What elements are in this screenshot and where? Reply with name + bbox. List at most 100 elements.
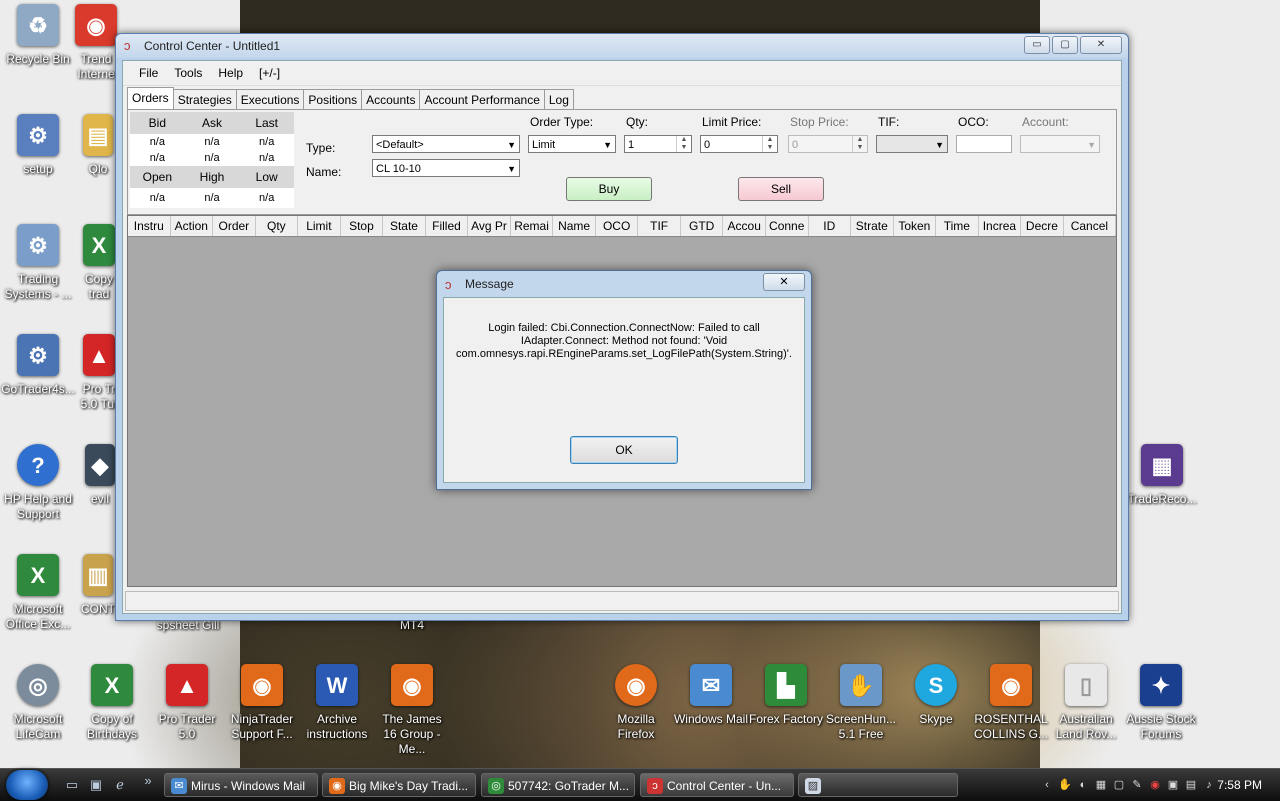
desktop-icon-archive-instructions[interactable]: W Archive instructions xyxy=(299,660,375,742)
column-header[interactable]: Order xyxy=(213,216,256,236)
qty-input[interactable]: 1 ▲ ▼ xyxy=(624,135,692,153)
stop-price-input[interactable]: 0 ▲ ▼ xyxy=(788,135,868,153)
desktop-icon-windows-mail[interactable]: ✉ Windows Mail xyxy=(673,660,749,727)
column-header[interactable]: Conne xyxy=(766,216,809,236)
desktop-icon-trend[interactable]: ◉ Trend Interne xyxy=(72,0,120,82)
internet-explorer-icon[interactable]: ℯ xyxy=(112,777,128,793)
column-header[interactable]: Avg Pr xyxy=(468,216,511,236)
ok-button[interactable]: OK xyxy=(570,436,678,464)
desktop-icon-pro-trader-tut[interactable]: ▲ Pro Tr 5.0 Tut xyxy=(78,330,120,412)
column-header[interactable]: Stop xyxy=(341,216,384,236)
tray-pen-icon[interactable]: ✎ xyxy=(1130,778,1144,792)
column-header[interactable]: Cancel xyxy=(1064,216,1117,236)
sell-button[interactable]: Sell xyxy=(738,177,824,201)
desktop-icon-aussie-stock[interactable]: ✦ Aussie Stock Forums xyxy=(1123,660,1199,742)
desktop-icon-screenhunter[interactable]: ✋ ScreenHun... 5.1 Free xyxy=(823,660,899,742)
tray-network-icon[interactable]: ▦ xyxy=(1094,778,1108,792)
desktop-icon-tradereco[interactable]: ▦ TradeReco... xyxy=(1124,440,1200,507)
account-select[interactable]: ▼ xyxy=(1020,135,1100,153)
tray-monitor-icon[interactable]: ▣ xyxy=(1166,778,1180,792)
limit-price-input[interactable]: 0 ▲ ▼ xyxy=(700,135,778,153)
desktop-icon-lifecam[interactable]: ◎ Microsoft LifeCam xyxy=(0,660,76,742)
close-button[interactable]: ✕ xyxy=(1080,36,1122,54)
tray-volume-icon[interactable]: ♪ xyxy=(1202,778,1216,792)
desktop-icon-birthdays[interactable]: X Copy of Birthdays xyxy=(74,660,150,742)
tray-window-icon[interactable]: ▢ xyxy=(1112,778,1126,792)
maximize-button[interactable]: ▢ xyxy=(1052,36,1078,54)
taskbar-item-windows-mail[interactable]: ✉ Mirus - Windows Mail xyxy=(164,773,318,797)
type-select[interactable]: <Default> ▼ xyxy=(372,135,520,153)
column-header[interactable]: Time xyxy=(936,216,979,236)
desktop-icon-james16[interactable]: ◉ The James 16 Group - Me... xyxy=(374,660,450,757)
column-header[interactable]: Token xyxy=(894,216,937,236)
desktop-icon-gotrader[interactable]: ⚙ GoTrader4s... xyxy=(0,330,76,397)
taskbar-item-gotrader[interactable]: ◎ 507742: GoTrader M... xyxy=(481,773,635,797)
tray-expand-icon[interactable]: ‹ xyxy=(1040,778,1054,792)
desktop-icon-trading-systems[interactable]: ⚙ Trading Systems - ... xyxy=(0,220,76,302)
spinner-arrows-icon[interactable]: ▲ ▼ xyxy=(762,136,777,152)
buy-button[interactable]: Buy xyxy=(566,177,652,201)
desktop-icon-copy-trad[interactable]: X Copy trad xyxy=(78,220,120,302)
dialog-close-button[interactable]: ✕ xyxy=(763,273,805,291)
taskbar-item-control-center[interactable]: ↄ Control Center - Un... xyxy=(640,773,794,797)
show-desktop-icon[interactable]: ▭ xyxy=(64,777,80,793)
desktop-icon-firefox[interactable]: ◉ Mozilla Firefox xyxy=(598,660,674,742)
desktop-icon-ninjatrader-support[interactable]: ◉ NinjaTrader Support F... xyxy=(224,660,300,742)
desktop-icon-setup[interactable]: ⚙ setup xyxy=(0,110,76,177)
minimize-button[interactable]: ▭ xyxy=(1024,36,1050,54)
column-header[interactable]: Remai xyxy=(511,216,554,236)
window-titlebar[interactable]: ↄ Control Center - Untitled1 ▭ ▢ ✕ xyxy=(116,34,1128,58)
column-header[interactable]: Decre xyxy=(1021,216,1064,236)
tray-app-icon[interactable]: ◐ xyxy=(1076,778,1090,792)
desktop-icon-skype[interactable]: S Skype xyxy=(898,660,974,727)
desktop-icon-office-excel[interactable]: X Microsoft Office Exc... xyxy=(0,550,76,632)
spinner-arrows-icon[interactable]: ▲ ▼ xyxy=(852,136,867,152)
tab-accounts[interactable]: Accounts xyxy=(361,89,421,110)
desktop-icon-forex-factory[interactable]: ▙ Forex Factory xyxy=(748,660,824,727)
name-select[interactable]: CL 10-10 ▼ xyxy=(372,159,520,177)
start-button[interactable] xyxy=(6,770,48,800)
tab-log[interactable]: Log xyxy=(543,89,574,110)
spinner-arrows-icon[interactable]: ▲ ▼ xyxy=(676,136,691,152)
column-header[interactable]: Qty xyxy=(256,216,299,236)
tab-positions[interactable]: Positions xyxy=(303,89,363,110)
menu-toggle[interactable]: [+/-] xyxy=(251,64,288,82)
menu-tools[interactable]: Tools xyxy=(166,64,210,82)
column-header[interactable]: ID xyxy=(809,216,852,236)
column-header[interactable]: GTD xyxy=(681,216,724,236)
column-header[interactable]: Accou xyxy=(723,216,766,236)
desktop-icon-pro-trader[interactable]: ▲ Pro Trader 5.0 xyxy=(149,660,225,742)
switch-windows-icon[interactable]: ▣ xyxy=(88,777,104,793)
column-header[interactable]: Instru xyxy=(128,216,171,236)
tray-update-icon[interactable]: ◉ xyxy=(1148,778,1162,792)
taskbar-item-message[interactable]: ▨ xyxy=(798,773,958,797)
order-type-select[interactable]: Limit ▼ xyxy=(528,135,616,153)
column-header[interactable]: Name xyxy=(553,216,596,236)
tab-account-performance[interactable]: Account Performance xyxy=(419,89,545,110)
quicklaunch-overflow-icon[interactable]: » xyxy=(140,773,156,789)
column-header[interactable]: Strate xyxy=(851,216,894,236)
oco-input[interactable] xyxy=(956,135,1012,153)
tab-orders[interactable]: Orders xyxy=(127,87,174,110)
tray-hand-icon[interactable]: ✋ xyxy=(1058,778,1072,792)
desktop-icon-land-rover[interactable]: ▯ Australian Land Rov... xyxy=(1048,660,1124,742)
column-header[interactable]: TIF xyxy=(638,216,681,236)
column-header[interactable]: Limit xyxy=(298,216,341,236)
tab-executions[interactable]: Executions xyxy=(235,89,305,110)
tab-strategies[interactable]: Strategies xyxy=(172,89,237,110)
column-header[interactable]: Increa xyxy=(979,216,1022,236)
column-header[interactable]: Action xyxy=(171,216,214,236)
taskbar-item-big-mikes[interactable]: ◉ Big Mike's Day Tradi... xyxy=(322,773,476,797)
column-header[interactable]: OCO xyxy=(596,216,639,236)
menu-file[interactable]: File xyxy=(131,64,166,82)
desktop-icon-rosenthal[interactable]: ◉ ROSENTHAL COLLINS G... xyxy=(973,660,1049,742)
column-header[interactable]: Filled xyxy=(426,216,469,236)
tray-devices-icon[interactable]: ▤ xyxy=(1184,778,1198,792)
desktop-icon-cont[interactable]: ▥ CONT xyxy=(76,550,120,617)
desktop-icon-evil[interactable]: ◆ evil xyxy=(80,440,120,507)
clock[interactable]: 7:58 PM xyxy=(1217,778,1262,792)
desktop-icon-recycle-bin[interactable]: ♻ Recycle Bin xyxy=(0,0,76,67)
menu-help[interactable]: Help xyxy=(210,64,251,82)
desktop-icon-qlo[interactable]: ▤ Qlo xyxy=(80,110,116,177)
column-header[interactable]: State xyxy=(383,216,426,236)
